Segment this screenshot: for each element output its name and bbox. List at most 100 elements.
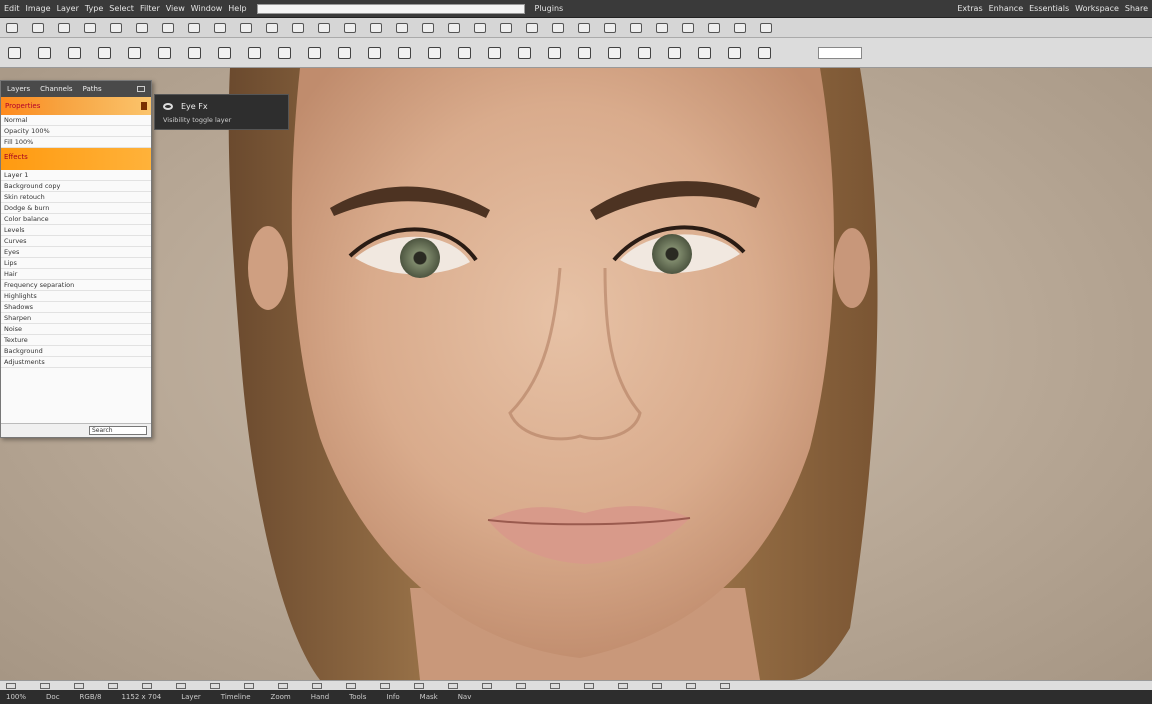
panel-menu-icon[interactable] [137,86,145,92]
filter-icon[interactable] [638,46,651,59]
layer-row[interactable]: Layer 1 [1,170,151,181]
layer-row[interactable]: Background [1,346,151,357]
swatch-icon[interactable] [698,46,711,59]
type-icon[interactable] [368,46,381,59]
blur-icon[interactable] [240,22,252,33]
layer-row[interactable]: Eyes [1,247,151,258]
status-icon[interactable] [278,682,288,689]
bottom-item[interactable]: Tools [349,693,366,701]
eraser-icon[interactable] [218,46,231,59]
info-icon[interactable] [668,46,681,59]
status-icon[interactable] [550,682,560,689]
status-icon[interactable] [210,682,220,689]
effects-group[interactable]: Effects [1,148,151,170]
menu-item-select[interactable]: Select [109,4,134,13]
status-icon[interactable] [74,682,84,689]
zoom-icon[interactable] [458,46,471,59]
layer-row[interactable]: Lips [1,258,151,269]
collapse-icon[interactable] [141,102,147,110]
list-item[interactable]: Opacity 100% [1,126,151,137]
gradient-icon[interactable] [214,22,226,33]
move-icon[interactable] [6,22,18,33]
ruler-icon[interactable] [708,22,720,33]
layer-row[interactable]: Background copy [1,181,151,192]
status-icon[interactable] [414,682,424,689]
shape-icon[interactable] [398,46,411,59]
pen-icon[interactable] [338,46,351,59]
menu-item-layer[interactable]: Layer [57,4,79,13]
blur-icon[interactable] [278,46,291,59]
grid-icon[interactable] [682,22,694,33]
status-icon[interactable] [244,682,254,689]
zoom-icon[interactable] [396,22,408,33]
layer-row[interactable]: Shadows [1,302,151,313]
status-icon[interactable] [142,682,152,689]
settings-icon[interactable] [422,22,434,33]
layers-icon[interactable] [448,22,460,33]
color-icon[interactable] [630,22,642,33]
crop-icon[interactable] [98,46,111,59]
layer-search-field[interactable]: Search [89,426,147,435]
tab-channels[interactable]: Channels [40,85,72,93]
bottom-item[interactable]: 100% [6,693,26,701]
status-icon[interactable] [584,682,594,689]
status-icon[interactable] [482,682,492,689]
tool-value-field[interactable] [818,46,862,59]
move-icon[interactable] [8,46,21,59]
layer-row[interactable]: Texture [1,335,151,346]
layer-row[interactable]: Frequency separation [1,280,151,291]
bottom-item[interactable]: 1152 x 704 [121,693,161,701]
layer-row[interactable]: Hair [1,269,151,280]
hand-icon[interactable] [370,22,382,33]
type-icon[interactable] [318,22,330,33]
bottom-item[interactable]: Doc [46,693,60,701]
properties-bar[interactable]: Properties [1,97,151,115]
status-icon[interactable] [448,682,458,689]
swatch-icon[interactable] [604,22,616,33]
status-icon[interactable] [346,682,356,689]
menu-item-window[interactable]: Window [191,4,223,13]
adjust-icon[interactable] [500,22,512,33]
color-icon[interactable] [728,46,741,59]
menu-item-enhance[interactable]: Enhance [989,4,1024,13]
menu-item-plugins[interactable]: Plugins [535,4,564,13]
menu-item-image[interactable]: Image [26,4,51,13]
settings-icon[interactable] [488,46,501,59]
document-canvas[interactable] [0,68,1152,680]
hand-icon[interactable] [428,46,441,59]
lasso-icon[interactable] [58,22,70,33]
menu-item-type[interactable]: Type [85,4,103,13]
pen-icon[interactable] [292,22,304,33]
bottom-item[interactable]: Hand [311,693,329,701]
status-icon[interactable] [652,682,662,689]
dodge-icon[interactable] [266,22,278,33]
status-icon[interactable] [108,682,118,689]
clone-icon[interactable] [188,46,201,59]
status-icon[interactable] [176,682,186,689]
workspace-essentials[interactable]: Essentials [1029,4,1069,13]
lasso-icon[interactable] [68,46,81,59]
list-item[interactable]: Fill 100% [1,137,151,148]
export-icon[interactable] [760,22,772,33]
adjust-icon[interactable] [578,46,591,59]
share-button[interactable]: Share [1125,4,1148,13]
status-icon[interactable] [516,682,526,689]
share-icon[interactable] [734,22,746,33]
status-icon[interactable] [6,682,16,689]
tab-paths[interactable]: Paths [83,85,102,93]
marquee-icon[interactable] [38,46,51,59]
info-icon[interactable] [578,22,590,33]
bottom-item[interactable]: RGB/8 [80,693,102,701]
menu-item-view[interactable]: View [166,4,185,13]
brush-icon[interactable] [158,46,171,59]
eyedropper-icon[interactable] [110,22,122,33]
layer-row[interactable]: Sharpen [1,313,151,324]
menu-search-field[interactable] [256,3,525,14]
shape-icon[interactable] [344,22,356,33]
crop-icon[interactable] [84,22,96,33]
history-icon[interactable] [474,22,486,33]
status-icon[interactable] [686,682,696,689]
eye-icon[interactable] [163,102,173,110]
bottom-item[interactable]: Nav [458,693,472,701]
layer-row[interactable]: Color balance [1,214,151,225]
